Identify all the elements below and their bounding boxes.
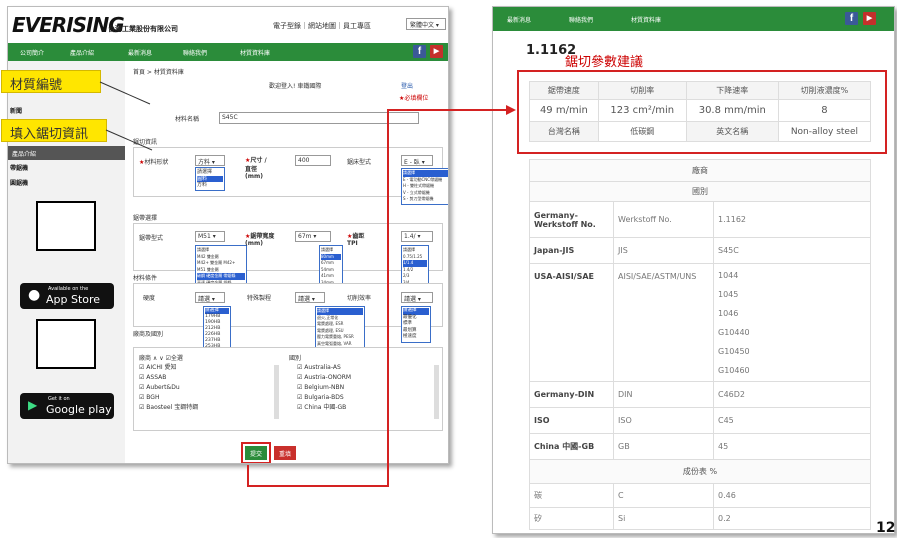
callout-material-pointer <box>99 81 151 105</box>
arrow-head-icon <box>506 105 516 115</box>
annotation-arrows <box>99 81 516 487</box>
callout-cutinfo-pointer <box>105 129 153 151</box>
result-connector-line <box>247 109 512 487</box>
